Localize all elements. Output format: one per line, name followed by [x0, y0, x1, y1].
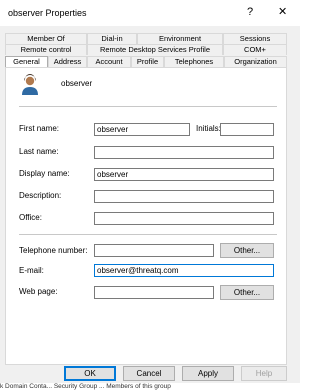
help-button[interactable]: Help: [241, 366, 287, 381]
tab-row-2: Remote control Remote Desktop Services P…: [5, 44, 287, 55]
webpage-label: Web page:: [19, 287, 58, 296]
office-field[interactable]: [94, 212, 274, 225]
webpage-field[interactable]: [94, 286, 214, 299]
tab-dial-in[interactable]: Dial-in: [87, 33, 137, 44]
tab-member-of[interactable]: Member Of: [5, 33, 87, 44]
tab-organization[interactable]: Organization: [224, 56, 287, 67]
close-button[interactable]: ✕: [278, 6, 287, 18]
tab-row-3: General Address Account Profile Telephon…: [5, 56, 287, 68]
email-label: E-mail:: [19, 266, 44, 275]
ok-button[interactable]: OK: [64, 366, 116, 381]
first-name-field[interactable]: observer: [94, 123, 190, 136]
webpage-other-button[interactable]: Other...: [220, 285, 274, 300]
tab-environment[interactable]: Environment: [137, 33, 223, 44]
office-label: Office:: [19, 213, 42, 222]
tab-telephones[interactable]: Telephones: [164, 56, 224, 67]
first-name-label: First name:: [19, 124, 60, 133]
initials-label: Initials:: [196, 124, 221, 133]
telephone-other-button[interactable]: Other...: [220, 243, 274, 258]
properties-dialog: observer Properties ? ✕ Member Of Dial-i…: [0, 0, 300, 392]
general-tab-panel: observer First name: observer Initials: …: [5, 67, 287, 365]
tab-remote-desktop-services-profile[interactable]: Remote Desktop Services Profile: [87, 44, 223, 55]
tab-sessions[interactable]: Sessions: [223, 33, 287, 44]
description-field[interactable]: [94, 190, 274, 203]
tab-com-plus[interactable]: COM+: [223, 44, 287, 55]
user-icon: [22, 74, 38, 95]
tab-remote-control[interactable]: Remote control: [5, 44, 87, 55]
last-name-label: Last name:: [19, 147, 59, 156]
initials-field[interactable]: [220, 123, 274, 136]
email-field[interactable]: observer@threatq.com: [94, 264, 274, 277]
tab-profile[interactable]: Profile: [131, 56, 164, 67]
separator-top: [19, 106, 277, 107]
display-name-label: Display name:: [19, 169, 70, 178]
help-title-button[interactable]: ?: [247, 6, 253, 18]
tab-row-1: Member Of Dial-in Environment Sessions: [5, 33, 287, 44]
telephone-field[interactable]: [94, 244, 214, 257]
tab-account[interactable]: Account: [87, 56, 131, 67]
tab-address[interactable]: Address: [48, 56, 87, 67]
separator-middle: [19, 234, 277, 235]
telephone-label: Telephone number:: [19, 246, 88, 255]
window-title: observer Properties: [8, 8, 87, 18]
cancel-button[interactable]: Cancel: [123, 366, 175, 381]
background-window-text: k Domain Conta... Security Group ... Mem…: [0, 383, 300, 392]
user-display-header: observer: [61, 79, 93, 88]
display-name-field[interactable]: observer: [94, 168, 274, 181]
apply-button[interactable]: Apply: [182, 366, 234, 381]
title-bar: observer Properties ? ✕: [0, 0, 300, 26]
last-name-field[interactable]: [94, 146, 274, 159]
description-label: Description:: [19, 191, 62, 200]
